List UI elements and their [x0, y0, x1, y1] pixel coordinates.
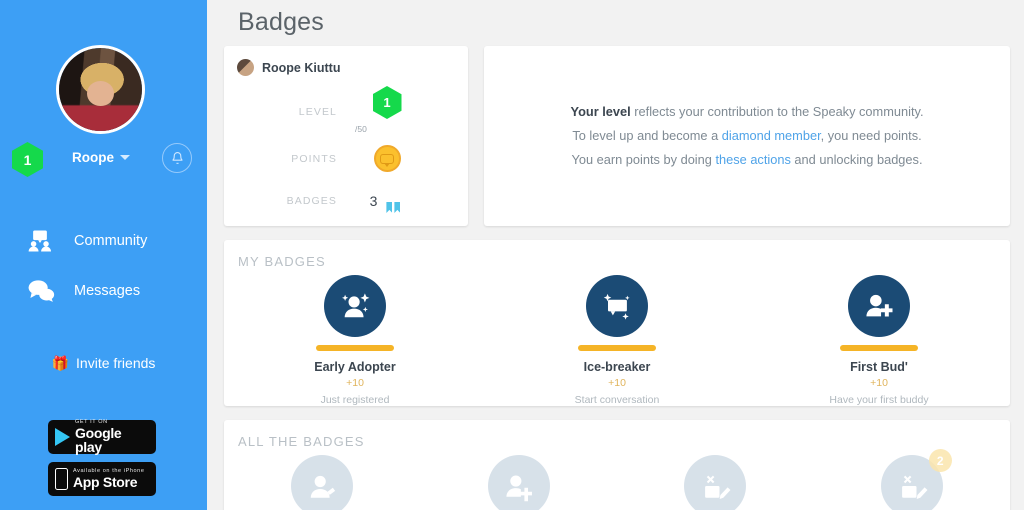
sidebar-nav: Community Messages [0, 222, 207, 322]
info-line-1: Your level reflects your contribution to… [570, 100, 923, 124]
apple-app-store-icon [55, 468, 68, 490]
badge-description: Start conversation [575, 394, 660, 406]
coin-bubble-glyph [380, 154, 394, 164]
stat-points: POINTS [237, 145, 452, 172]
google-play-label: Google play [75, 426, 149, 454]
invite-friends-label: Invite friends [76, 355, 155, 371]
badge-item[interactable]: Early Adopter +10 Just registered [224, 275, 486, 406]
badge-name: Early Adopter [314, 360, 396, 374]
google-play-button[interactable]: GET IT ON Google play [48, 420, 156, 454]
note-pencil-locked-icon[interactable]: 2 [881, 455, 943, 510]
info-line-2-post: , you need points. [821, 128, 922, 143]
badge-description: Have your first buddy [829, 394, 928, 406]
badge-item[interactable] [224, 455, 421, 510]
stat-level-label: LEVEL [237, 106, 355, 118]
profile-card-header: Roope Kiuttu [237, 59, 452, 76]
app-root: 1 Roope [0, 0, 1024, 510]
info-line-1-rest: reflects your contribution to the Speaky… [631, 104, 924, 119]
note-pencil-locked-icon[interactable] [684, 455, 746, 510]
top-row: Roope Kiuttu LEVEL 1 /50 POINTS [224, 46, 1010, 226]
page-title: Badges [224, 0, 1010, 46]
all-badges-title: ALL THE BADGES [224, 434, 1010, 449]
person-locked-icon[interactable] [291, 455, 353, 510]
level-value: 1 [383, 95, 390, 110]
diamond-member-link[interactable]: diamond member [722, 128, 821, 143]
badge-item[interactable] [421, 455, 618, 510]
person-plus-icon[interactable] [848, 275, 910, 337]
info-line-3-pre: You earn points by doing [571, 152, 715, 167]
badge-counter: 2 [929, 449, 952, 472]
badge-underline [316, 345, 394, 351]
level-hex-badge: 1 [373, 86, 402, 119]
profile-stats-card: Roope Kiuttu LEVEL 1 /50 POINTS [224, 46, 468, 226]
bell-icon [171, 151, 184, 165]
sidebar-level-badge: 1 [12, 142, 43, 177]
badge-item[interactable] [617, 455, 814, 510]
my-badges-panel: MY BADGES Early Adopter +10 [224, 240, 1010, 406]
badge-item[interactable]: 2 [814, 455, 1011, 510]
info-line-2: To level up and become a diamond member,… [572, 124, 921, 148]
avatar[interactable] [56, 45, 145, 134]
badge-points: +10 [346, 377, 364, 389]
ribbon-tails [386, 202, 400, 213]
google-play-icon [55, 428, 70, 446]
info-line-3-post: and unlocking badges. [791, 152, 923, 167]
user-menu[interactable]: Roope [72, 150, 130, 165]
badge-points: +10 [870, 377, 888, 389]
all-badges-grid: 2 [224, 455, 1010, 510]
sidebar-item-label: Messages [74, 283, 140, 299]
profile-name: Roope Kiuttu [262, 61, 340, 75]
badge-name: First Bud' [850, 360, 908, 374]
these-actions-link[interactable]: these actions [715, 152, 790, 167]
badge-item[interactable]: Ice-breaker +10 Start conversation [486, 275, 748, 406]
badge-underline [578, 345, 656, 351]
chat-bubbles-icon [28, 280, 74, 302]
app-store-button[interactable]: Available on the iPhone App Store [48, 462, 156, 496]
invite-friends-link[interactable]: 🎁 Invite friends [0, 355, 207, 371]
level-progress-text: /50 [355, 124, 367, 134]
level-info-card: Your level reflects your contribution to… [484, 46, 1010, 226]
avatar-photo [59, 48, 142, 131]
info-line-3: You earn points by doing these actions a… [571, 148, 922, 172]
info-line-1-bold: Your level [570, 104, 630, 119]
sidebar-item-label: Community [74, 233, 147, 249]
badge-underline [840, 345, 918, 351]
stat-badges: BADGES 3 [237, 186, 452, 216]
my-badges-title: MY BADGES [224, 254, 1010, 269]
sidebar-level-value: 1 [24, 152, 32, 168]
badge-name: Ice-breaker [584, 360, 651, 374]
badge-points: +10 [608, 377, 626, 389]
all-badges-panel: ALL THE BADGES [224, 420, 1010, 510]
coin-icon [374, 145, 401, 172]
main-content: Badges Roope Kiuttu LEVEL 1 /50 [207, 0, 1024, 510]
stat-badges-label: BADGES [237, 195, 355, 207]
sidebar-item-messages[interactable]: Messages [0, 272, 207, 310]
person-sparkle-icon[interactable] [324, 275, 386, 337]
sidebar: 1 Roope [0, 0, 207, 510]
stat-level: LEVEL 1 /50 [237, 86, 452, 137]
stat-points-label: POINTS [237, 153, 355, 165]
speech-bubble-sparkle-icon[interactable] [586, 275, 648, 337]
sidebar-item-community[interactable]: Community [0, 222, 207, 260]
badge-description: Just registered [321, 394, 390, 406]
chevron-down-icon [120, 155, 130, 160]
gift-icon: 🎁 [52, 356, 69, 370]
badges-count: 3 [370, 193, 378, 209]
app-store-label: App Store [73, 475, 145, 489]
my-badges-grid: Early Adopter +10 Just registered [224, 275, 1010, 406]
badge-item[interactable]: First Bud' +10 Have your first buddy [748, 275, 1010, 406]
user-name-label: Roope [72, 150, 114, 165]
store-badges: GET IT ON Google play Available on the i… [48, 420, 156, 504]
ribbon-icon [382, 186, 404, 216]
user-avatar [237, 59, 254, 76]
notifications-button[interactable] [162, 143, 192, 173]
info-line-2-pre: To level up and become a [572, 128, 721, 143]
community-icon [28, 230, 74, 252]
person-plus-locked-icon[interactable] [488, 455, 550, 510]
